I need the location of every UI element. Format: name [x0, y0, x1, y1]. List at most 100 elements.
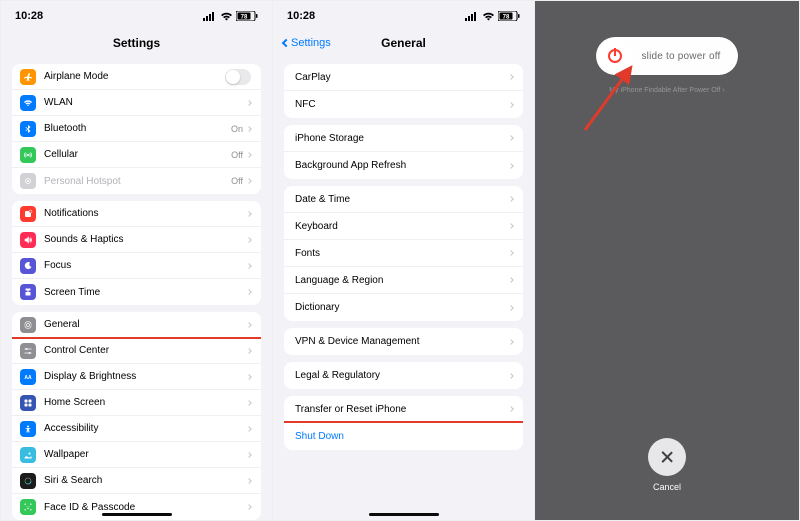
row-label: Notifications — [44, 208, 247, 219]
row-label: WLAN — [44, 97, 247, 108]
wifi-icon — [482, 12, 495, 21]
row-home-screen[interactable]: Home Screen — [12, 390, 261, 416]
row-airplane[interactable]: Airplane Mode — [12, 64, 261, 90]
bluetooth-icon — [20, 121, 36, 137]
settings-group: VPN & Device Management — [284, 328, 523, 355]
row-storage[interactable]: iPhone Storage — [284, 125, 523, 152]
row-label: Wallpaper — [44, 449, 247, 460]
row-focus[interactable]: Focus — [12, 253, 261, 279]
hotspot-icon — [20, 173, 36, 189]
row-label: Control Center — [44, 345, 247, 356]
row-general[interactable]: General — [12, 312, 261, 338]
status-bar: 10:28 78 — [1, 1, 272, 31]
row-control-center[interactable]: Control Center — [12, 338, 261, 364]
row-label: Language & Region — [295, 275, 509, 286]
row-sounds[interactable]: Sounds & Haptics — [12, 227, 261, 253]
settings-group: Legal & Regulatory — [284, 362, 523, 389]
settings-group: Transfer or Reset iPhone Shut Down — [284, 396, 523, 450]
power-off-panel: slide to power off My iPhone Findable Af… — [535, 1, 799, 520]
row-label: Transfer or Reset iPhone — [295, 404, 509, 415]
display-icon: AA — [20, 369, 36, 385]
chevron-right-icon — [246, 452, 252, 458]
row-display[interactable]: AADisplay & Brightness — [12, 364, 261, 390]
svg-text:78: 78 — [503, 15, 510, 21]
settings-group: iPhone Storage Background App Refresh — [284, 125, 523, 179]
settings-group: Date & Time KeyboardFonts Language & Regio… — [284, 186, 523, 321]
row-dict[interactable]: Dictionary — [284, 294, 523, 321]
row-lang[interactable]: Language & Region — [284, 267, 523, 294]
row-wallpaper[interactable]: Wallpaper — [12, 442, 261, 468]
row-datetime[interactable]: Date & Time — [284, 186, 523, 213]
slide-label: slide to power off — [631, 51, 735, 62]
general-scroll[interactable]: CarPlay NFC iPhone Storage Background App R… — [273, 57, 534, 520]
chevron-right-icon — [508, 223, 514, 229]
row-legal[interactable]: Legal & Regulatory — [284, 362, 523, 389]
row-fonts[interactable]: Fonts — [284, 240, 523, 267]
page-title: Settings — [113, 36, 160, 50]
chevron-right-icon — [508, 277, 514, 283]
row-detail: Off — [231, 150, 243, 160]
chevron-right-icon — [246, 263, 252, 269]
cancel-button[interactable] — [648, 438, 686, 476]
page-title: General — [381, 36, 426, 50]
row-wlan[interactable]: WLAN — [12, 90, 261, 116]
signal-icon — [465, 12, 479, 21]
power-slider-knob[interactable] — [599, 40, 631, 72]
row-notifications[interactable]: Notifications — [12, 201, 261, 227]
wlan-icon — [20, 95, 36, 111]
screen-time-icon — [20, 284, 36, 300]
settings-scroll[interactable]: Airplane Mode WLAN BluetoothOnCellularOffP… — [1, 57, 272, 520]
chevron-right-icon — [246, 211, 252, 217]
row-label: iPhone Storage — [295, 133, 509, 144]
row-reset[interactable]: Transfer or Reset iPhone — [284, 396, 523, 423]
row-keyboard[interactable]: Keyboard — [284, 213, 523, 240]
row-cellular[interactable]: CellularOff — [12, 142, 261, 168]
row-screen-time[interactable]: Screen Time — [12, 279, 261, 305]
nav-header-settings: Settings — [1, 31, 272, 55]
chevron-right-icon — [508, 339, 514, 345]
chevron-right-icon — [508, 135, 514, 141]
chevron-right-icon — [246, 289, 252, 295]
row-bluetooth[interactable]: BluetoothOn — [12, 116, 261, 142]
status-right: 78 — [465, 11, 520, 21]
row-label: Background App Refresh — [295, 160, 509, 171]
row-vpn[interactable]: VPN & Device Management — [284, 328, 523, 355]
settings-group: General Control Center AADisplay & Brightn… — [12, 312, 261, 520]
row-bg-refresh[interactable]: Background App Refresh — [284, 152, 523, 179]
row-shutdown[interactable]: Shut Down — [284, 423, 523, 450]
back-button[interactable]: Settings — [283, 37, 331, 49]
settings-root-panel: 10:28 78 Settings Airplane Mode WLAN Bluet… — [1, 1, 273, 520]
home-indicator — [369, 513, 439, 516]
airplane-switch[interactable] — [225, 69, 251, 85]
general-panel: 10:28 78 Settings General CarPlay NFC iPho… — [273, 1, 535, 520]
row-label: Legal & Regulatory — [295, 370, 509, 381]
row-label: General — [44, 319, 247, 330]
row-hotspot[interactable]: Personal HotspotOff — [12, 168, 261, 194]
chevron-right-icon — [246, 322, 252, 328]
settings-group: CarPlay NFC — [284, 64, 523, 118]
row-siri[interactable]: Siri & Search — [12, 468, 261, 494]
wifi-icon — [220, 12, 233, 21]
chevron-right-icon — [508, 163, 514, 169]
chevron-right-icon — [508, 373, 514, 379]
row-label: Bluetooth — [44, 123, 231, 134]
findable-hint[interactable]: My iPhone Findable After Power Off › — [609, 87, 724, 94]
slide-to-power-off[interactable]: slide to power off — [596, 37, 738, 75]
chevron-right-icon — [246, 348, 252, 354]
row-carplay[interactable]: CarPlay — [284, 64, 523, 91]
control-center-icon — [20, 343, 36, 359]
chevron-right-icon — [508, 305, 514, 311]
row-label: Date & Time — [295, 194, 509, 205]
chevron-right-icon — [508, 74, 514, 80]
status-bar: 10:28 78 — [273, 1, 534, 31]
row-accessibility[interactable]: Accessibility — [12, 416, 261, 442]
row-faceid[interactable]: Face ID & Passcode — [12, 494, 261, 520]
chevron-right-icon — [508, 196, 514, 202]
row-label: NFC — [295, 99, 509, 110]
chevron-right-icon — [246, 100, 252, 106]
row-nfc[interactable]: NFC — [284, 91, 523, 118]
siri-icon — [20, 473, 36, 489]
wallpaper-icon — [20, 447, 36, 463]
status-time: 10:28 — [15, 10, 43, 22]
row-label: Face ID & Passcode — [44, 502, 247, 513]
